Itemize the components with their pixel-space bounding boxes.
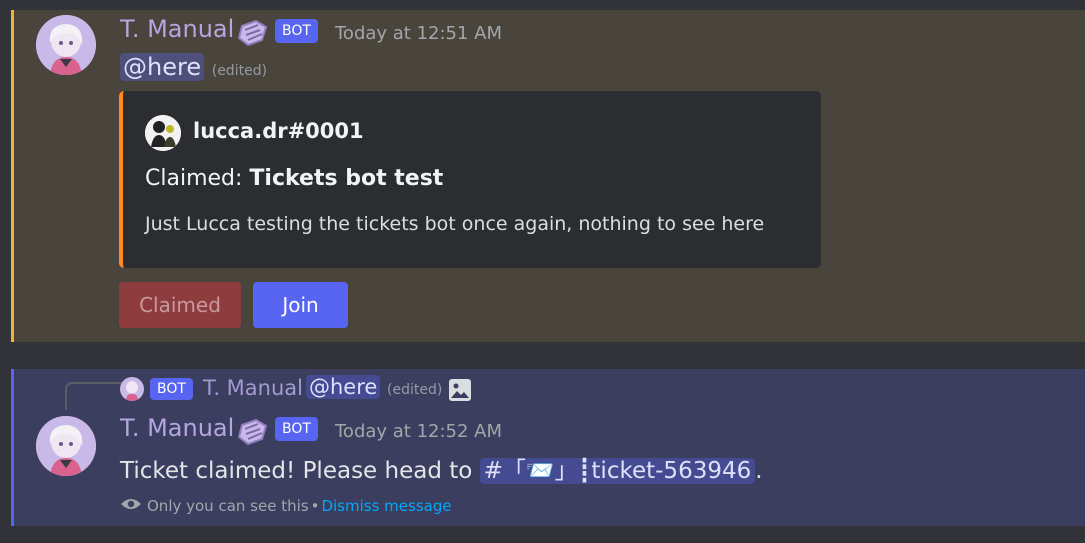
- reply-bot-badge: BOT: [150, 378, 193, 400]
- ticket-embed: lucca.dr#0001 Claimed: Tickets bot test …: [119, 91, 821, 268]
- message-claimed: T. Manual BOT Today at 12:51 AM @here (e…: [11, 10, 1085, 342]
- reply-avatar[interactable]: [120, 377, 144, 401]
- message-text-end: .: [755, 458, 763, 484]
- reply-preview[interactable]: @here (edited): [306, 375, 442, 399]
- ephemeral-text: Only you can see this: [147, 497, 309, 515]
- reply-spine: [65, 382, 123, 410]
- timestamp[interactable]: Today at 12:51 AM: [335, 23, 502, 44]
- eye-icon: [120, 497, 142, 515]
- here-mention[interactable]: @here: [120, 53, 205, 81]
- claimed-button[interactable]: Claimed: [119, 282, 241, 328]
- embed-author-name[interactable]: lucca.dr#0001: [193, 119, 364, 143]
- message-text: Ticket claimed! Please head to: [120, 458, 480, 484]
- bot-avatar[interactable]: [36, 15, 96, 75]
- ephemeral-note: Only you can see this • Dismiss message: [120, 497, 452, 515]
- dismiss-message-link[interactable]: Dismiss message: [321, 497, 451, 515]
- channel-mention[interactable]: #「📨」┋ticket-563946: [479, 458, 756, 484]
- join-button[interactable]: Join: [253, 282, 348, 328]
- embed-title: Claimed: Tickets bot test: [145, 166, 443, 191]
- message-content: Ticket claimed! Please head to #「📨」┋tick…: [120, 451, 763, 485]
- reply-edited-label: (edited): [387, 382, 443, 398]
- bot-emoji-icon: [236, 417, 270, 451]
- bot-badge: BOT: [275, 417, 318, 441]
- embed-title-prefix: Claimed:: [145, 166, 250, 191]
- timestamp[interactable]: Today at 12:52 AM: [335, 421, 502, 442]
- bot-avatar[interactable]: [36, 416, 96, 476]
- bot-badge: BOT: [275, 19, 318, 43]
- message-content: @here (edited): [120, 53, 267, 81]
- image-icon: [448, 378, 472, 406]
- author-name[interactable]: T. Manual: [120, 15, 234, 43]
- embed-title-bold: Tickets bot test: [249, 166, 444, 191]
- embed-author-avatar: [145, 115, 181, 151]
- author-name[interactable]: T. Manual: [120, 414, 234, 442]
- separator: •: [310, 497, 320, 515]
- bot-emoji-icon: [236, 18, 270, 52]
- embed-description: Just Lucca testing the tickets bot once …: [145, 213, 765, 235]
- message-ticket-claimed: BOT T. Manual @here (edited) T. Manual B…: [11, 369, 1085, 526]
- edited-label: (edited): [211, 63, 268, 79]
- reply-author[interactable]: T. Manual: [203, 376, 303, 400]
- reply-here-mention[interactable]: @here: [306, 375, 381, 399]
